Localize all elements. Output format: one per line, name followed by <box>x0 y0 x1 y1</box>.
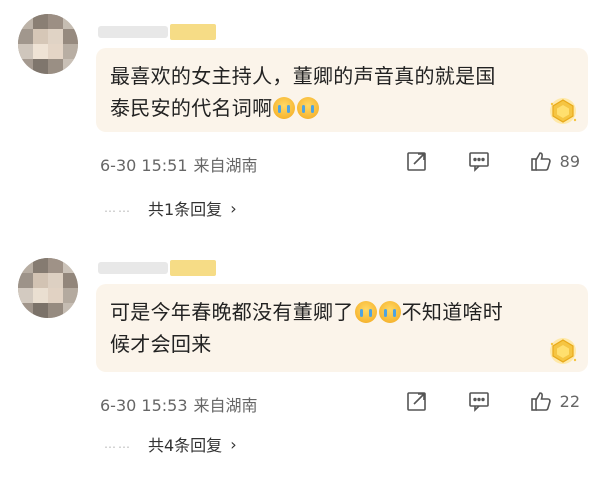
comment-text-line-1: 最喜欢的女主持人，董卿的声音真的就是国 <box>110 64 496 88</box>
location: 来自湖南 <box>193 396 258 415</box>
avatar[interactable] <box>18 14 78 74</box>
crying-face-icon <box>273 97 296 119</box>
comment-actions: 89 <box>366 150 580 172</box>
thumbs-up-icon[interactable] <box>530 150 552 172</box>
username-blurred <box>98 26 168 38</box>
replies-label: 共1条回复 <box>148 200 223 219</box>
comment-icon[interactable] <box>468 150 490 172</box>
reply-indicator-dots: …… <box>104 201 132 215</box>
location: 来自湖南 <box>193 156 258 175</box>
comment-bubble: 可是今年春晚都没有董卿了 不知道啥时 候才会回来 <box>96 284 588 372</box>
timestamp: 6-30 15:51 <box>100 156 188 175</box>
username-blurred <box>98 262 168 274</box>
member-tag <box>170 24 216 40</box>
comment-actions: 22 <box>366 390 580 412</box>
chevron-right-icon: › <box>230 434 237 454</box>
gold-badge-icon <box>550 338 577 364</box>
comment-icon[interactable] <box>468 390 490 412</box>
comment-item-2: 可是今年春晚都没有董卿了 不知道啥时 候才会回来 6-30 15:53 来自湖南 2… <box>0 240 600 484</box>
gold-badge-icon <box>550 98 577 124</box>
share-icon[interactable] <box>406 390 428 412</box>
reply-indicator-dots: …… <box>104 437 132 451</box>
crying-face-icon <box>297 97 320 119</box>
avatar[interactable] <box>18 258 78 318</box>
crying-face-icon <box>354 301 377 323</box>
comment-text-line-2: 候才会回来 <box>110 332 212 356</box>
replies-label: 共4条回复 <box>148 436 223 455</box>
comment-item-1: 最喜欢的女主持人，董卿的声音真的就是国 泰民安的代名词啊 6-30 15:51 来… <box>0 0 600 240</box>
comment-text: 可是今年春晚都没有董卿了 不知道啥时 候才会回来 <box>110 296 574 360</box>
comment-text: 最喜欢的女主持人，董卿的声音真的就是国 泰民安的代名词啊 <box>110 60 574 124</box>
view-replies-button[interactable]: …… 共4条回复 › <box>104 432 237 456</box>
comment-text-line-2: 泰民安的代名词啊 <box>110 92 574 124</box>
like-count: 22 <box>559 391 580 411</box>
comment-meta: 6-30 15:53 来自湖南 <box>100 392 258 416</box>
comment-text-line-1: 可是今年春晚都没有董卿了 不知道啥时 <box>110 296 574 328</box>
thumbs-up-icon[interactable] <box>530 390 552 412</box>
timestamp: 6-30 15:53 <box>100 396 188 415</box>
like-count: 89 <box>559 151 580 171</box>
comment-text-line-1-end: 不知道啥时 <box>401 300 504 324</box>
share-icon[interactable] <box>406 150 428 172</box>
comment-text-line-2-text: 泰民安的代名词啊 <box>110 96 273 120</box>
chevron-right-icon: › <box>230 198 237 218</box>
comment-text-line-1-start: 可是今年春晚都没有董卿了 <box>110 300 354 324</box>
comment-meta: 6-30 15:51 来自湖南 <box>100 152 258 176</box>
view-replies-button[interactable]: …… 共1条回复 › <box>104 196 237 220</box>
member-tag <box>170 260 216 276</box>
comment-bubble: 最喜欢的女主持人，董卿的声音真的就是国 泰民安的代名词啊 <box>96 48 588 132</box>
crying-face-icon <box>378 301 401 323</box>
